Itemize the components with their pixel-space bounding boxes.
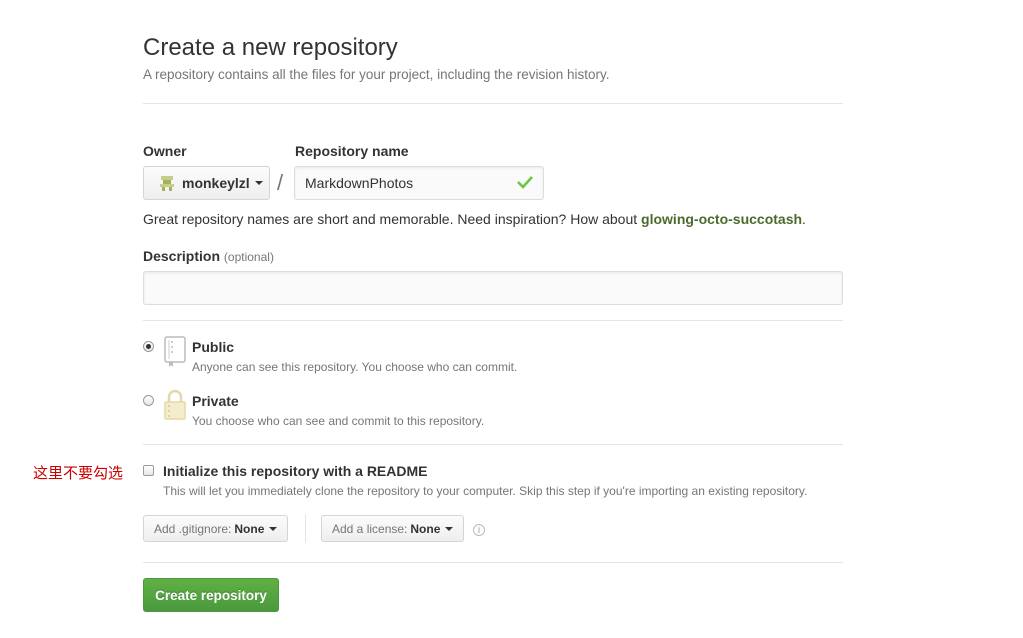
description-label-group: Description (optional) [143,248,274,264]
description-input[interactable] [143,271,843,305]
description-label: Description [143,248,221,264]
page-subtitle: A repository contains all the files for … [143,67,610,82]
license-value: None [410,521,441,536]
license-prefix: Add a license: [332,521,408,536]
description-optional: (optional) [223,250,274,264]
private-description: You choose who can see and commit to thi… [192,414,485,428]
public-description: Anyone can see this repository. You choo… [192,360,518,374]
chevron-down-icon [445,526,454,531]
page-title: Create a new repository [143,34,398,61]
divider [143,320,843,321]
info-icon[interactable]: i [473,524,485,536]
annotation-note: 这里不要勾选 [33,464,124,482]
readme-description: This will let you immediately clone the … [163,484,808,498]
owner-avatar-icon [158,174,176,192]
gitignore-select-button[interactable]: Add .gitignore: None [143,515,289,542]
create-repository-button[interactable]: Create repository [143,578,279,612]
private-title: Private [192,393,239,409]
public-title: Public [192,339,235,355]
repo-book-icon [162,336,188,371]
repo-name-label: Repository name [295,143,409,159]
suggestion-link[interactable]: glowing-octo-succotash [641,211,802,227]
divider [143,103,843,104]
name-suggestion: Great repository names are short and mem… [143,211,806,227]
suggestion-text: Great repository names are short and mem… [143,211,642,227]
vertical-divider [305,514,306,543]
chevron-down-icon [269,526,278,531]
private-radio[interactable] [143,395,154,406]
readme-label: Initialize this repository with a README [163,463,428,479]
owner-select-button[interactable]: monkeylzl [143,166,270,200]
divider [143,444,843,445]
chevron-down-icon [254,181,263,185]
repo-name-input[interactable]: MarkdownPhotos [294,166,544,200]
gitignore-value: None [234,521,265,536]
readme-checkbox[interactable] [143,465,154,476]
gitignore-prefix: Add .gitignore: [154,521,232,536]
public-radio[interactable] [143,341,154,352]
owner-label: Owner [143,143,187,159]
license-select-button[interactable]: Add a license: None [321,515,465,542]
lock-icon [162,389,188,424]
repo-name-value: MarkdownPhotos [305,175,414,191]
owner-repo-separator: / [277,170,284,195]
owner-name: monkeylzl [182,175,250,191]
check-icon [517,175,533,192]
suggestion-end: . [802,211,806,227]
divider [143,562,843,563]
